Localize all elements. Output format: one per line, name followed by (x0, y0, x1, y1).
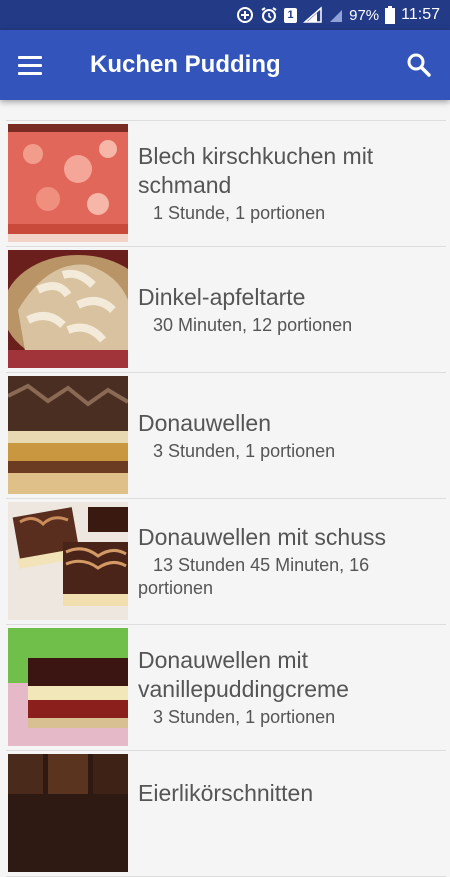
recipe-thumbnail (8, 376, 128, 494)
recipe-list-item[interactable]: Dinkel-apfeltarte 30 Minuten, 12 portion… (6, 247, 446, 373)
recipe-list-item[interactable]: Donauwellen mit schuss 13 Stunden 45 Min… (6, 499, 446, 625)
hamburger-menu-icon (18, 55, 42, 59)
status-bar: 1 97% 11:57 (0, 0, 450, 30)
search-button[interactable] (402, 48, 436, 82)
signal-2-icon (329, 6, 343, 24)
alarm-icon (260, 6, 278, 24)
recipe-name: Donauwellen mit schuss (138, 524, 387, 550)
recipe-thumbnail (8, 628, 128, 746)
recipe-list-item[interactable]: Blech kirschkuchen mit schmand 1 Stunde,… (6, 121, 446, 247)
recipe-name: Donauwellen (138, 409, 271, 436)
recipe-name: Donauwellen mit vanillepuddingcreme (138, 647, 349, 702)
clock: 11:57 (401, 6, 440, 23)
data-saver-icon (236, 6, 254, 24)
recipe-thumbnail (8, 124, 128, 242)
recipe-list-item[interactable]: Eierlikörschnitten (6, 751, 446, 877)
recipe-thumbnail (8, 754, 128, 872)
page-title: Kuchen Pudding (90, 51, 281, 78)
recipe-name: Dinkel-apfeltarte (138, 283, 306, 310)
battery-icon (385, 6, 396, 24)
recipe-list-item[interactable]: Donauwellen 3 Stunden, 1 portionen (6, 373, 446, 499)
recipe-list: Blech kirschkuchen mit schmand 1 Stunde,… (6, 120, 446, 877)
recipe-meta: 1 Stunde, 1 portionen (153, 203, 326, 223)
recipe-list-item[interactable]: Donauwellen mit vanillepuddingcreme 3 St… (6, 625, 446, 751)
sim-card-icon: 1 (284, 7, 298, 23)
recipe-meta: 3 Stunden, 1 portionen (153, 707, 336, 727)
recipe-name: Blech kirschkuchen mit schmand (138, 143, 374, 198)
recipe-thumbnail (8, 502, 128, 620)
recipe-meta: 13 Stunden 45 Minuten, 16 portionen (138, 555, 370, 598)
recipe-meta: 30 Minuten, 12 portionen (153, 314, 353, 335)
recipe-meta: 3 Stunden, 1 portionen (153, 440, 336, 461)
search-icon (407, 53, 431, 77)
app-bar: Kuchen Pudding (0, 30, 450, 100)
menu-button[interactable] (18, 50, 52, 80)
recipe-name: Eierlikörschnitten (138, 780, 314, 806)
recipe-thumbnail (8, 250, 128, 368)
battery-percentage: 97% (349, 6, 380, 24)
signal-icon (303, 6, 323, 24)
